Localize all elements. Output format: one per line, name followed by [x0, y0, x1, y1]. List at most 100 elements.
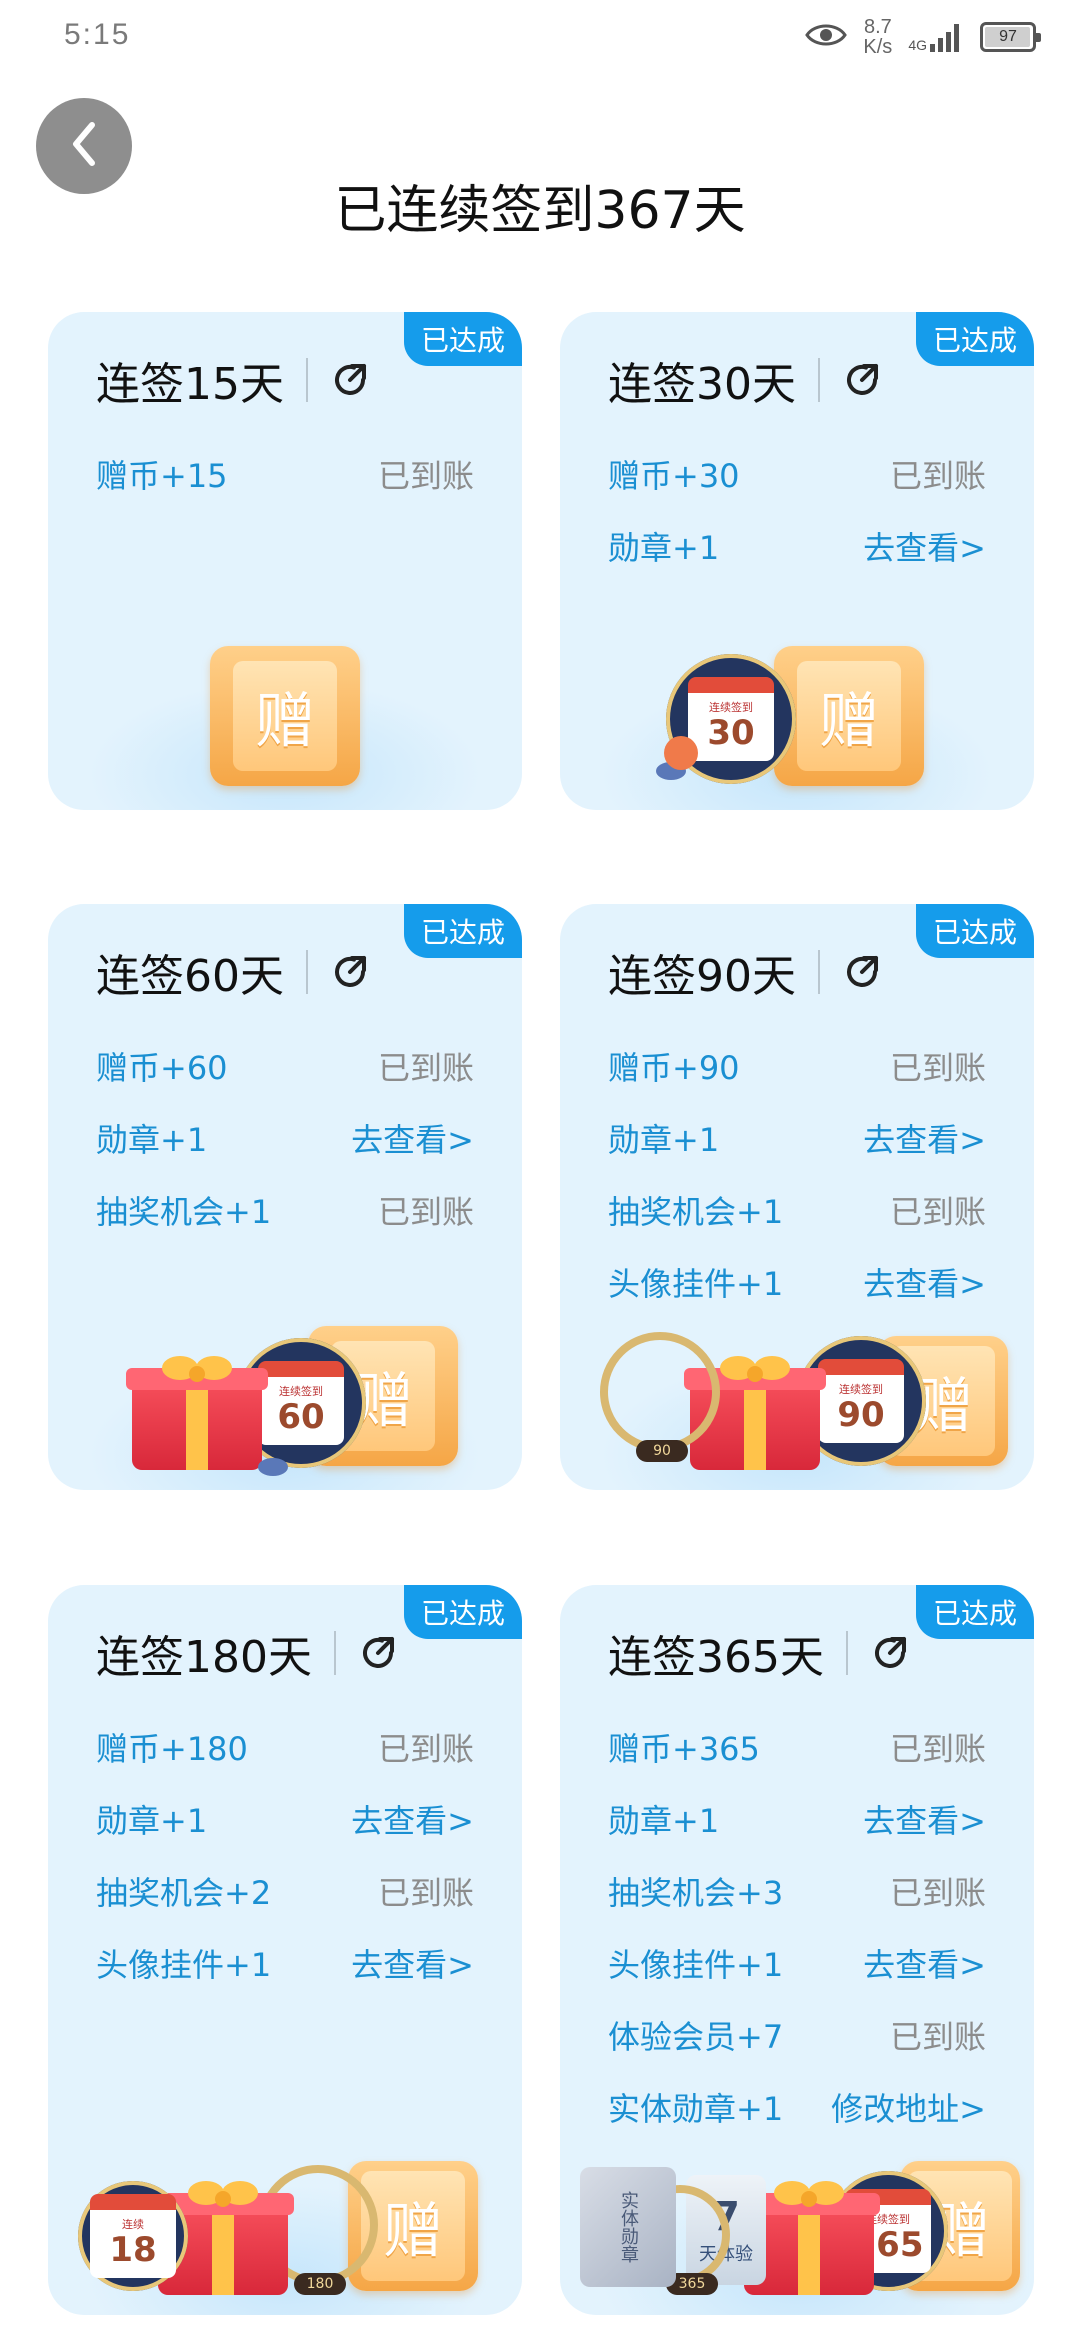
share-icon[interactable]	[358, 1633, 398, 1673]
reward-illustration: 赠连续签到 60	[48, 1310, 522, 1490]
reward-link[interactable]: 去查看>	[863, 1796, 986, 1842]
chevron-left-icon	[64, 119, 104, 173]
signal-icon: 4G	[908, 22, 964, 52]
reward-row: 抽奖机会+2 已到账	[96, 1869, 474, 1913]
avatar-frame-icon: 90	[600, 1332, 720, 1462]
reward-illustration: 赠连续签到 365 7 天体验 365 实体勋章	[560, 2135, 1034, 2315]
reward-link[interactable]: 去查看>	[863, 523, 986, 569]
reward-link[interactable]: 去查看>	[863, 1940, 986, 1986]
milestone-card: 已达成 连签90天 赠币+90 已到账 勋章+1 去查看> 抽奖机会+1 已到账 头像挂件+1 去…	[560, 904, 1034, 1490]
share-icon[interactable]	[842, 952, 882, 992]
reward-name: 勋章+1	[96, 1802, 208, 1840]
card-title: 连签90天	[608, 951, 796, 1002]
reward-row: 赠币+15 已到账	[96, 452, 474, 496]
reward-row: 勋章+1 去查看>	[608, 1116, 986, 1160]
reward-status: 已到账	[377, 1730, 474, 1768]
battery-level: 97	[999, 28, 1017, 45]
page-title: 已连续签到367天	[334, 181, 746, 241]
reward-illustration: 赠 180 连续 18	[48, 2135, 522, 2315]
reward-row: 勋章+1 去查看>	[608, 524, 986, 568]
reward-name: 赠币+365	[608, 1730, 760, 1768]
milestone-card: 已达成 连签15天 赠币+15 已到账赠	[48, 312, 522, 810]
reward-link[interactable]: 去查看>	[351, 1796, 474, 1842]
card-title: 连签30天	[608, 359, 796, 410]
reward-status: 已到账	[889, 2018, 986, 2056]
reward-status: 已到账	[889, 1730, 986, 1768]
ticket-label: 赠	[797, 661, 901, 771]
status-icons: 8.7 K/s 4G 97	[805, 14, 1041, 60]
reward-name: 赠币+30	[608, 457, 740, 495]
reward-link[interactable]: 去查看>	[863, 1115, 986, 1161]
reward-name: 赠币+90	[608, 1049, 740, 1087]
medal-icon: 连续 18	[78, 2181, 188, 2291]
share-icon[interactable]	[330, 360, 370, 400]
reward-name: 抽奖机会+3	[608, 1874, 784, 1912]
reward-status: 已到账	[377, 1049, 474, 1087]
reward-row: 头像挂件+1 去查看>	[96, 1941, 474, 1985]
net-speed-value: 8.7	[863, 16, 892, 38]
card-header: 连签90天	[608, 942, 1014, 1002]
reward-link[interactable]: 修改地址>	[831, 2084, 986, 2130]
reward-link[interactable]: 去查看>	[863, 1259, 986, 1305]
battery-icon: 97	[980, 22, 1041, 52]
share-icon[interactable]	[870, 1633, 910, 1673]
title-divider	[818, 950, 820, 994]
reward-name: 抽奖机会+1	[96, 1193, 272, 1231]
leaf-decoration	[258, 1458, 288, 1476]
milestone-card: 已达成 连签60天 赠币+60 已到账 勋章+1 去查看> 抽奖机会+1 已到账赠连续签到 60	[48, 904, 522, 1490]
reward-status: 已到账	[889, 1049, 986, 1087]
medal-calendar: 连续签到 90	[818, 1359, 904, 1443]
card-title: 连签15天	[96, 359, 284, 410]
reward-row: 头像挂件+1 去查看>	[608, 1941, 986, 1985]
title-divider	[845, 1631, 848, 1675]
medal-calendar: 连续签到 30	[688, 677, 774, 761]
reward-status: 已到账	[889, 1874, 986, 1912]
reward-link[interactable]: 去查看>	[351, 1115, 474, 1161]
reward-name: 勋章+1	[96, 1121, 208, 1159]
reward-name: 头像挂件+1	[608, 1946, 784, 1984]
reward-name: 头像挂件+1	[96, 1946, 272, 1984]
milestone-card: 已达成 连签180天 赠币+180 已到账 勋章+1 去查看> 抽奖机会+2 已到账 头像挂件+…	[48, 1585, 522, 2315]
status-time: 5:15	[64, 18, 131, 51]
reward-name: 头像挂件+1	[608, 1265, 784, 1303]
card-header: 连签365天	[608, 1623, 1014, 1683]
card-title: 连签180天	[96, 1632, 312, 1683]
reward-name: 赠币+180	[96, 1730, 248, 1768]
milestone-card: 已达成 连签365天 赠币+365 已到账 勋章+1 去查看> 抽奖机会+3 已到账 头像挂件+…	[560, 1585, 1034, 2315]
ticket-label: 赠	[233, 661, 337, 771]
milestone-card: 已达成 连签30天 赠币+30 已到账 勋章+1 去查看> 赠连续签到 30	[560, 312, 1034, 810]
medal-number: 30	[707, 713, 755, 753]
reward-name: 赠币+15	[96, 457, 228, 495]
title-divider	[306, 358, 308, 402]
reward-row: 头像挂件+1 去查看>	[608, 1260, 986, 1304]
reward-link[interactable]: 去查看>	[351, 1940, 474, 1986]
reward-row: 赠币+60 已到账	[96, 1044, 474, 1088]
medal-number: 60	[277, 1397, 325, 1437]
reward-row: 赠币+180 已到账	[96, 1725, 474, 1769]
net-speed: 8.7 K/s	[863, 17, 892, 57]
reward-row: 赠币+365 已到账	[608, 1725, 986, 1769]
reward-status: 已到账	[889, 457, 986, 495]
reward-row: 抽奖机会+3 已到账	[608, 1869, 986, 1913]
frame-tag: 180	[294, 2273, 346, 2295]
share-icon[interactable]	[842, 360, 882, 400]
net-speed-unit: K/s	[863, 36, 893, 58]
reward-name: 赠币+60	[96, 1049, 228, 1087]
physical-medal-icon: 实体勋章	[580, 2167, 676, 2287]
reward-row: 抽奖机会+1 已到账	[608, 1188, 986, 1232]
reward-row: 勋章+1 去查看>	[96, 1797, 474, 1841]
reward-name: 抽奖机会+1	[608, 1193, 784, 1231]
signal-label: 4G	[908, 37, 927, 53]
reward-row: 体验会员+7 已到账	[608, 2013, 986, 2057]
medal-number: 90	[837, 1395, 885, 1435]
reward-row: 赠币+30 已到账	[608, 452, 986, 496]
eye-icon	[805, 21, 848, 53]
reward-name: 勋章+1	[608, 1802, 720, 1840]
reward-row: 实体勋章+1 修改地址>	[608, 2085, 986, 2129]
ticket-icon: 赠	[210, 646, 360, 786]
reward-row: 抽奖机会+1 已到账	[96, 1188, 474, 1232]
reward-illustration: 赠连续签到 90 90	[560, 1310, 1034, 1490]
ticket-icon: 赠	[774, 646, 924, 786]
share-icon[interactable]	[330, 952, 370, 992]
title-divider	[333, 1631, 336, 1675]
